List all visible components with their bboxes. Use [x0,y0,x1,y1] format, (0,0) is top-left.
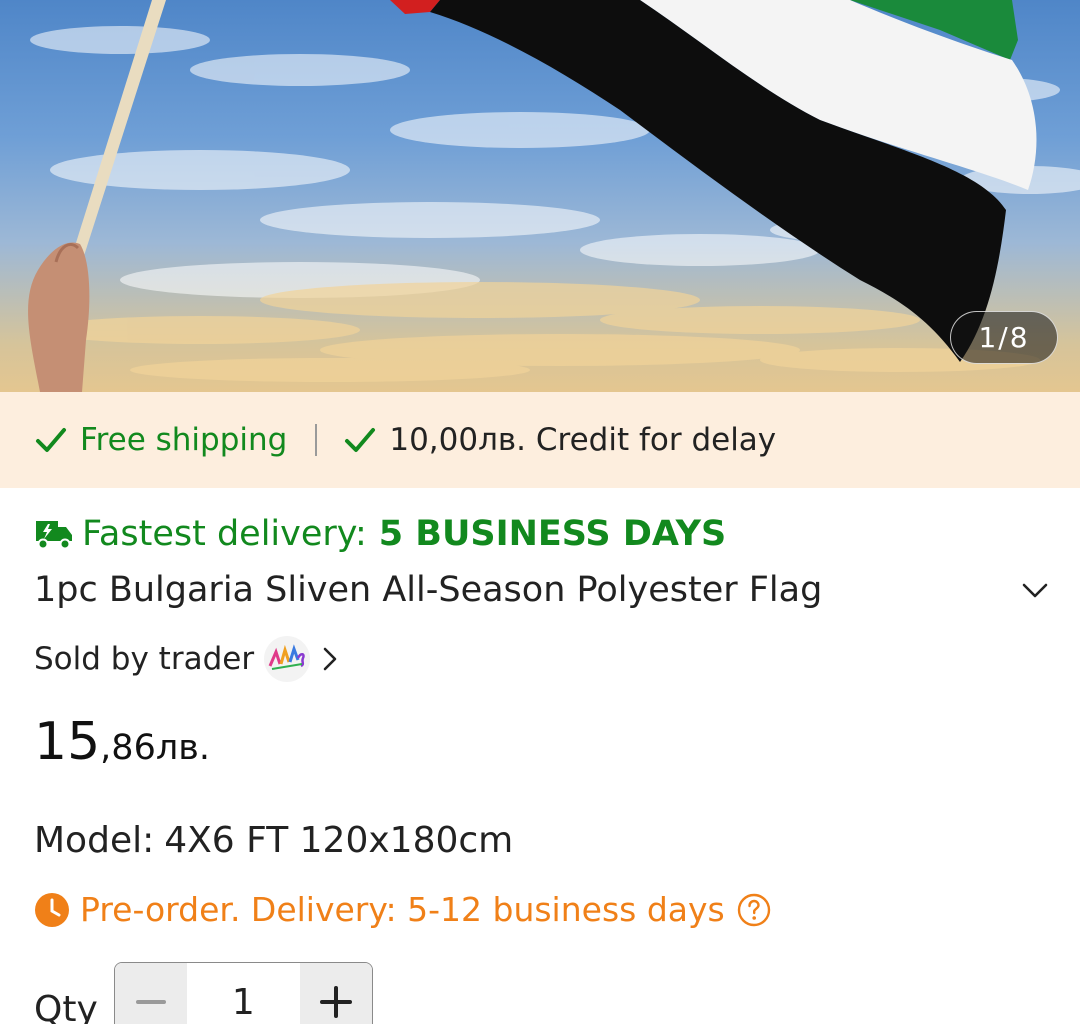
model-label: Model: [34,820,155,861]
chevron-right-icon [323,647,337,671]
product-image-gallery[interactable]: 1/8 [0,0,1080,392]
promo-strip: Free shipping 10,00лв. Credit for delay [0,392,1080,488]
product-title: 1pc Bulgaria Sliven All-Season Polyester… [34,570,823,610]
quantity-stepper[interactable]: 1 [113,962,373,1024]
preorder-text: Pre-order. Delivery: 5-12 business days [80,890,725,929]
fastest-delivery-label: Fastest delivery: [82,514,367,554]
seller-logo-icon [268,644,305,670]
plus-icon [319,986,352,1018]
seller-label: Sold by trader [34,641,255,677]
quantity-label: Qty [34,988,98,1024]
free-shipping-label: Free shipping [80,422,288,458]
quantity-value[interactable]: 1 [187,963,300,1024]
increase-quantity-button[interactable] [299,963,372,1024]
fastest-delivery-value: 5 BUSINESS DAYS [378,514,727,554]
minus-icon [135,1000,166,1004]
seller-link[interactable]: Sold by trader [34,636,342,682]
promo-divider [315,424,318,456]
image-counter: 1/8 [950,311,1058,364]
product-price: 15 ,86лв. [34,712,210,772]
decrease-quantity-button[interactable] [114,963,187,1024]
delivery-truck-icon [36,521,72,550]
product-title-row[interactable]: 1pc Bulgaria Sliven All-Season Polyester… [34,570,1050,610]
help-icon[interactable] [737,893,771,927]
clock-icon [35,892,69,927]
credit-for-delay-label: 10,00лв. Credit for delay [389,422,777,458]
chevron-down-icon[interactable] [1020,575,1050,605]
price-integer: 15 [34,712,101,772]
model-value: 4X6 FT 120x180cm [164,820,514,861]
preorder-notice: Pre-order. Delivery: 5-12 business days [34,890,771,929]
free-shipping-badge: Free shipping [34,422,287,458]
check-icon [345,428,376,452]
credit-for-delay-badge: 10,00лв. Credit for delay [343,422,776,458]
check-icon [36,428,66,452]
model-option[interactable]: Model: 4X6 FT 120x180cm [34,820,513,861]
product-photo-flag [28,0,1080,392]
seller-logo [264,636,311,682]
price-fraction: ,86лв. [100,728,210,768]
fastest-delivery: Fastest delivery: 5 BUSINESS DAYS [34,514,726,554]
quantity-row: Qty 1 [34,962,373,1024]
